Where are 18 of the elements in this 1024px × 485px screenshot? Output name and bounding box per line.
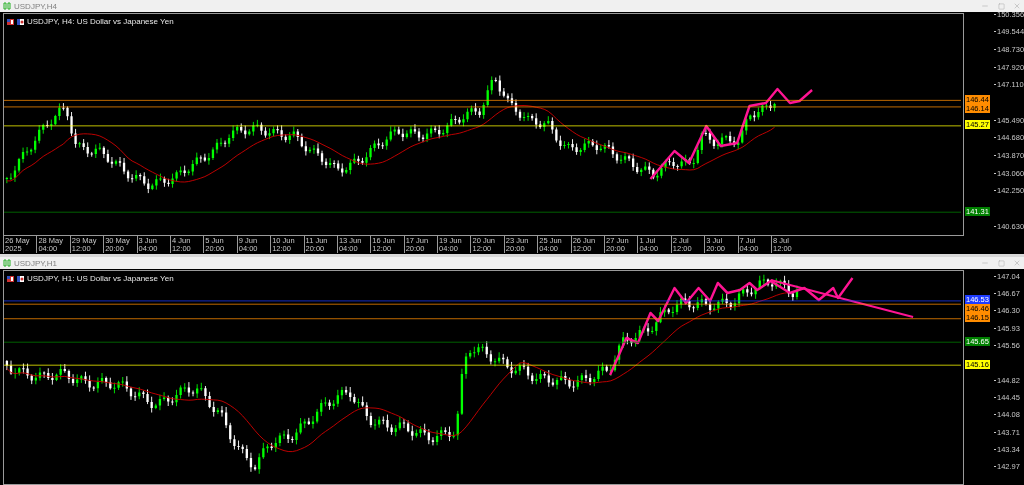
maximize-icon	[997, 259, 1005, 267]
flag-icon	[7, 18, 14, 25]
flag-icon	[17, 18, 24, 25]
flag-icon	[17, 275, 24, 282]
maximize-icon	[997, 2, 1005, 10]
close-button[interactable]	[1012, 1, 1022, 11]
window-title: USDJPY,H4	[14, 1, 57, 11]
maximize-button[interactable]	[996, 258, 1006, 268]
flag-icon	[7, 275, 14, 282]
chart-legend: USDJPY, H1: US Dollar vs Japanese Yen	[27, 274, 174, 283]
close-icon	[1013, 2, 1021, 10]
window-title: USDJPY,H1	[14, 258, 57, 268]
close-button[interactable]	[1012, 258, 1022, 268]
candlestick-app-icon	[3, 259, 11, 267]
maximize-button[interactable]	[996, 1, 1006, 11]
chart-legend: USDJPY, H4: US Dollar vs Japanese Yen	[27, 17, 174, 26]
candlestick-app-icon	[3, 2, 11, 10]
close-icon	[1013, 259, 1021, 267]
